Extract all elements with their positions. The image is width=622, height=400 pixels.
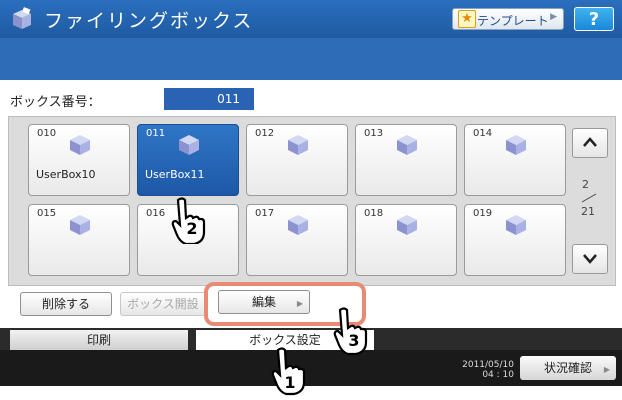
box-number: 018: [364, 208, 384, 219]
box-cube-icon: [179, 135, 199, 155]
box-cube-icon: [70, 215, 90, 235]
filing-box-icon: [13, 7, 31, 29]
status-check-button[interactable]: 状況確認 ▶: [520, 356, 616, 380]
box-number: 012: [255, 128, 275, 139]
box-cube-icon: [288, 135, 308, 155]
box-cube-icon: [397, 215, 417, 235]
box-number-label: ボックス番号：: [10, 95, 101, 110]
callout-2: 2: [186, 219, 197, 238]
box-name: UserBox11: [145, 168, 205, 181]
page-total: 21: [581, 205, 595, 218]
box-name: UserBox10: [36, 168, 96, 181]
box-tile[interactable]: 019: [464, 204, 566, 276]
box-cube-icon: [397, 135, 417, 155]
box-number: 017: [255, 208, 275, 219]
time-text: 04 : 10: [482, 370, 514, 380]
hand-pointer-icon: 3: [333, 307, 368, 356]
date-time: 2011/05/10 04 : 10: [448, 360, 514, 380]
star-icon: ★: [458, 10, 476, 28]
box-number: 014: [473, 128, 493, 139]
page-divider: [581, 193, 597, 203]
template-button[interactable]: ★ テンプレート ▶: [452, 8, 564, 30]
template-label: テンプレート: [477, 14, 549, 28]
box-number: 019: [473, 208, 493, 219]
chevron-up-icon: [583, 137, 597, 147]
hand-pointer-icon: 1: [271, 347, 306, 396]
tab-print[interactable]: 印刷: [10, 330, 188, 350]
arrow-right-icon: ▶: [603, 365, 610, 374]
edit-label: 編集: [251, 295, 276, 309]
delete-button[interactable]: 削除する: [20, 292, 112, 316]
hand-pointer-icon: 2: [171, 197, 206, 244]
box-number: 011: [146, 128, 166, 139]
arrow-right-icon: ▶: [296, 299, 303, 308]
box-cube-icon: [70, 135, 90, 155]
box-tile[interactable]: 017: [246, 204, 348, 276]
box-cube-icon: [506, 215, 526, 235]
box-number: 015: [37, 208, 57, 219]
box-number-field[interactable]: 011: [164, 88, 254, 110]
page-title: ファイリングボックス: [44, 10, 254, 32]
arrow-right-icon: ▶: [550, 12, 557, 22]
sub-header-bar: [0, 38, 622, 80]
box-number: 013: [364, 128, 384, 139]
box-tile[interactable]: 015: [28, 204, 130, 276]
edit-button[interactable]: 編集 ▶: [218, 290, 310, 314]
box-tile[interactable]: 012: [246, 124, 348, 196]
box-number: 016: [146, 208, 166, 219]
box-tile[interactable]: 018: [355, 204, 457, 276]
box-tile[interactable]: 010 UserBox10: [28, 124, 130, 196]
box-tile[interactable]: 014: [464, 124, 566, 196]
open-box-button[interactable]: ボックス開設: [120, 292, 206, 316]
date-text: 2011/05/10: [462, 360, 514, 370]
scroll-down-button[interactable]: [572, 244, 608, 274]
scroll-up-button[interactable]: [572, 128, 608, 158]
status-label: 状況確認: [543, 361, 592, 375]
box-number: 010: [37, 128, 57, 139]
help-button[interactable]: ?: [574, 7, 614, 31]
callout-3: 3: [348, 331, 359, 350]
callout-1: 1: [284, 373, 295, 392]
box-tile[interactable]: 013: [355, 124, 457, 196]
box-cube-icon: [506, 135, 526, 155]
chevron-down-icon: [583, 254, 597, 264]
box-tile[interactable]: 011 UserBox11: [137, 124, 239, 196]
box-cube-icon: [288, 215, 308, 235]
